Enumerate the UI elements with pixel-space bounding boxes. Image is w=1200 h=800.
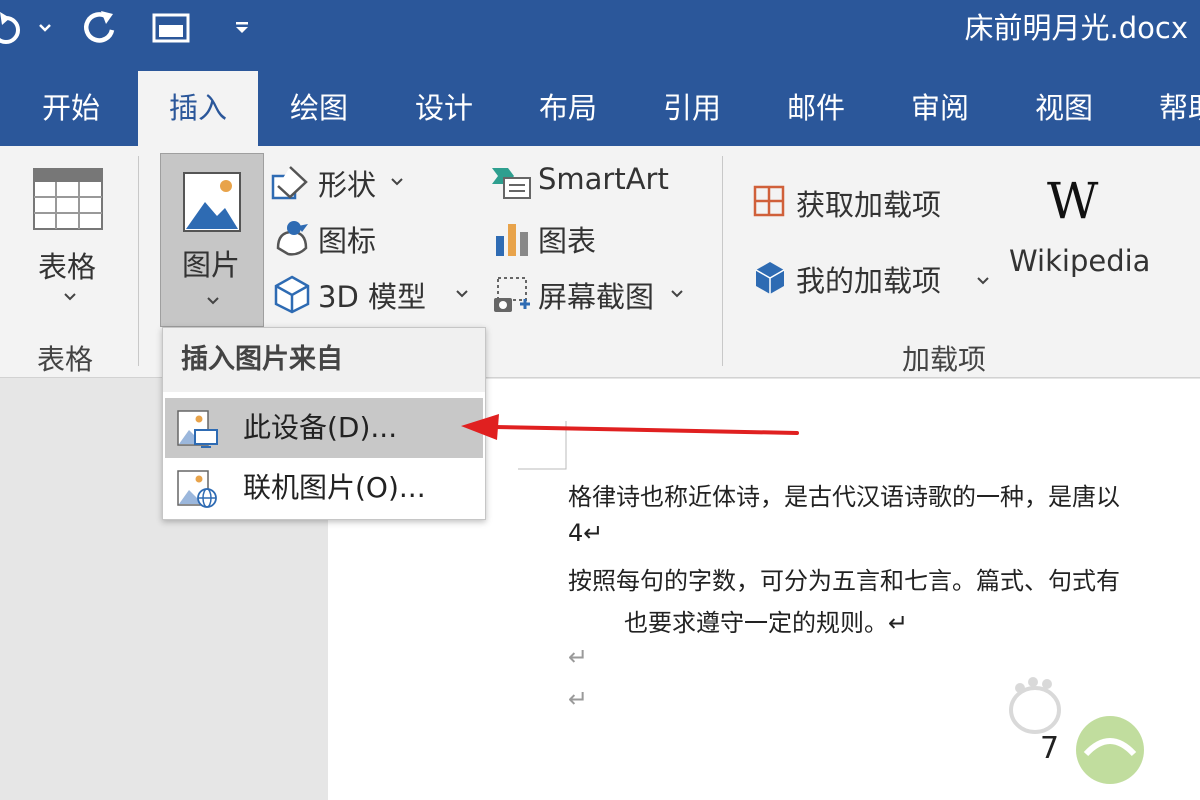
undo-dropdown[interactable]: [34, 8, 56, 48]
get-addins-label: 获取加载项: [796, 188, 942, 222]
chevron-down-icon: [64, 293, 76, 301]
chevron-down-icon: [456, 290, 468, 298]
wikipedia-logo-icon: W: [1047, 172, 1099, 230]
chevron-down-icon: [977, 277, 989, 285]
menu-item-this-device[interactable]: 此设备(D)...: [165, 398, 483, 458]
chevron-down-icon: [39, 24, 51, 32]
wikipedia-label: Wikipedia: [1009, 244, 1151, 278]
word-window: 床前明月光.docx 开始 插入 绘图 设计 布局 引用 邮件 审阅 视图 帮助…: [0, 0, 1200, 800]
my-addins-icon: [755, 262, 785, 294]
customize-quick-access-button[interactable]: [228, 8, 256, 48]
chevron-down-icon: [671, 290, 683, 298]
document-line: 4↵: [568, 519, 604, 547]
screenshot-label: 屏幕截图: [538, 280, 655, 314]
window-layout-icon: [152, 13, 190, 43]
tab-view[interactable]: 视图: [1035, 71, 1093, 146]
tab-insert[interactable]: 插入: [138, 71, 258, 146]
icons-button[interactable]: 图标: [270, 216, 390, 260]
tab-references[interactable]: 引用: [663, 71, 721, 146]
tab-help[interactable]: 帮助: [1159, 71, 1200, 146]
tab-draw[interactable]: 绘图: [290, 71, 348, 146]
addins-group-label: 加载项: [902, 343, 987, 376]
shapes-label: 形状: [318, 168, 377, 202]
3d-models-label: 3D 模型: [318, 280, 426, 314]
tab-mailings[interactable]: 邮件: [787, 71, 845, 146]
icons-label: 图标: [318, 224, 377, 258]
my-addins-label: 我的加载项: [796, 264, 942, 298]
smartart-button[interactable]: SmartArt: [490, 160, 680, 204]
get-addins-button[interactable]: 获取加载项: [750, 178, 960, 226]
screenshot-button[interactable]: 屏幕截图: [490, 272, 696, 316]
tab-review[interactable]: 审阅: [911, 71, 969, 146]
3d-model-icon: [274, 275, 310, 314]
screenshot-icon: [494, 277, 530, 312]
document-title: 床前明月光.docx: [964, 11, 1188, 45]
menu-header: 插入图片来自: [163, 328, 485, 392]
chart-icon: [496, 224, 528, 256]
redo-icon: [84, 11, 115, 43]
watermark-logo: [1009, 677, 1144, 784]
paragraph-mark: ↵: [568, 685, 589, 713]
pictures-button[interactable]: 图片: [160, 153, 264, 327]
wikipedia-button[interactable]: W Wikipedia: [1005, 166, 1155, 306]
picture-online-icon: [177, 470, 217, 508]
group-separator: [138, 156, 139, 366]
paragraph-mark: ↵: [568, 643, 589, 671]
smartart-icon: [492, 168, 531, 199]
document-line: 也要求遵守一定的规则。↵: [624, 609, 909, 637]
shapes-icon: [271, 166, 308, 200]
title-bar: 床前明月光.docx: [0, 0, 1200, 71]
document-line: 格律诗也称近体诗，是古代汉语诗歌的一种，是唐以: [568, 483, 1120, 511]
group-separator: [722, 156, 723, 366]
redo-button[interactable]: [76, 8, 122, 48]
menu-item-online-pictures-label: 联机图片(O)...: [243, 471, 426, 504]
annotation-arrow: [461, 414, 799, 440]
shapes-button[interactable]: 形状: [270, 160, 416, 204]
chevron-down-icon: [391, 178, 403, 186]
customize-quick-access-icon: [236, 22, 248, 33]
chart-label: 图表: [538, 224, 597, 258]
document-line: 按照每句的字数，可分为五言和七言。篇式、句式有: [568, 567, 1120, 595]
icons-icon: [276, 221, 308, 256]
undo-icon: [0, 12, 20, 44]
pictures-button-label: 图片: [182, 248, 241, 282]
my-addins-button[interactable]: 我的加载项: [750, 254, 994, 302]
insert-picture-menu: 插入图片来自 此设备(D)... 联机图片(O)...: [162, 327, 486, 520]
undo-button[interactable]: [0, 8, 30, 48]
store-icon: [753, 185, 785, 217]
tab-design[interactable]: 设计: [415, 71, 473, 146]
picture-icon: [183, 172, 241, 232]
3d-models-button[interactable]: 3D 模型: [270, 272, 476, 316]
table-button-label: 表格: [38, 250, 97, 284]
table-button[interactable]: 表格: [20, 156, 120, 316]
menu-item-online-pictures[interactable]: 联机图片(O)...: [165, 458, 483, 518]
table-group-label: 表格: [37, 343, 94, 376]
tab-layout[interactable]: 布局: [539, 71, 597, 146]
smartart-label: SmartArt: [538, 162, 669, 196]
chevron-down-icon: [207, 297, 219, 305]
picture-device-icon: [177, 410, 218, 448]
window-layout-button[interactable]: [148, 8, 194, 48]
ribbon-tabs: 开始 插入 绘图 设计 布局 引用 邮件 审阅 视图 帮助: [0, 71, 1200, 146]
chart-button[interactable]: 图表: [490, 216, 610, 260]
tab-home[interactable]: 开始: [42, 71, 100, 146]
menu-item-this-device-label: 此设备(D)...: [243, 411, 398, 444]
table-icon: [33, 168, 103, 230]
